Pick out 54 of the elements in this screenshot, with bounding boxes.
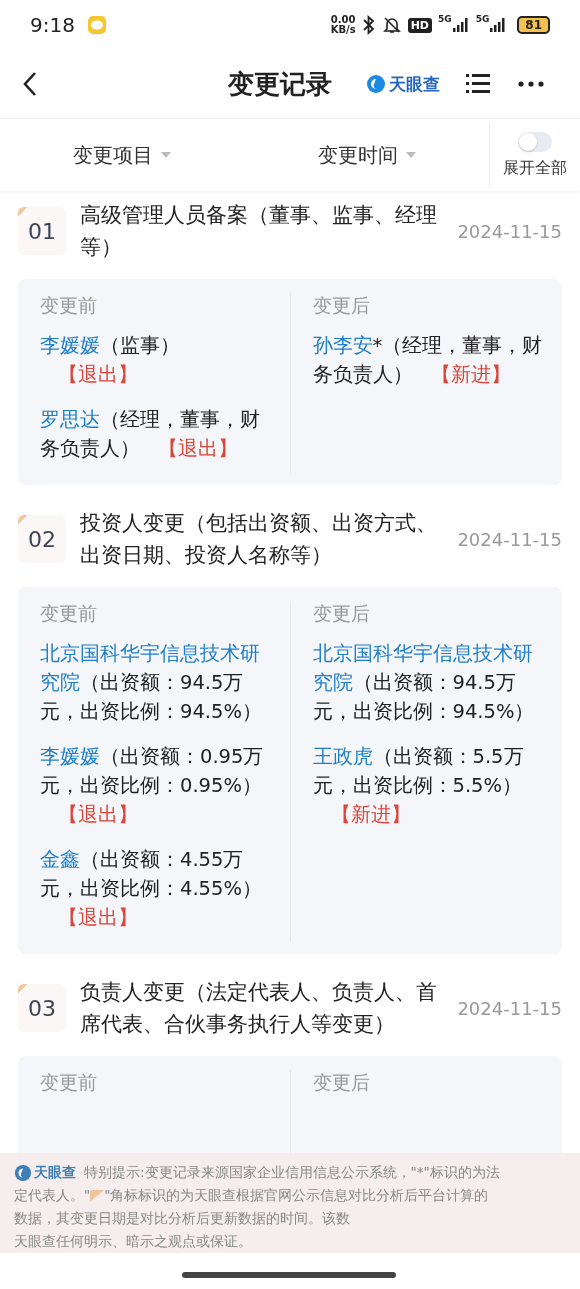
caret-icon	[405, 152, 416, 158]
clock-time: 9:18	[30, 13, 75, 37]
logo-text: 天眼查	[389, 72, 440, 96]
list-icon[interactable]	[466, 73, 490, 95]
change-entry: 罗思达（经理，董事，财务负责人） 【退出】	[40, 407, 261, 462]
record-title: 负责人变更（法定代表人、负责人、首席代表、合伙事务执行人等变更）	[80, 979, 438, 1038]
caret-icon	[161, 152, 172, 158]
battery-level: 81	[517, 16, 550, 34]
change-entry: 李媛媛（出资额：0.95万元，出资比例：0.95%） 【退出】	[40, 744, 265, 828]
chat-icon	[86, 15, 107, 35]
filter-dropdown[interactable]: 变更时间	[244, 141, 489, 169]
logo-text: 天眼查	[34, 1163, 76, 1182]
change-entry: 金鑫（出资额：4.55万元，出资比例：4.55%） 【退出】	[40, 847, 263, 931]
record-number: 02	[18, 515, 66, 563]
column-label: 变更前	[40, 1070, 98, 1095]
signal-label: 5G	[438, 14, 452, 24]
bluetooth-icon	[361, 15, 376, 35]
eye-logo-icon	[14, 1163, 32, 1182]
change-entry: 李媛媛（监事） 【退出】	[40, 333, 181, 388]
column-label: 变更后	[312, 1070, 371, 1095]
record-number: 01	[18, 207, 66, 255]
record-number: 03	[18, 984, 66, 1032]
column-label: 变更后	[312, 293, 371, 318]
change-entry: 北京国科华宇信息技术研究院（出资额：94.5万元，出资比例：94.5%）	[312, 641, 536, 725]
toggle-switch[interactable]	[518, 131, 552, 152]
change-entry: 王政虎（出资额：5.5万元，出资比例：5.5%） 【新进】	[312, 744, 525, 828]
notice-text: 定代表人。"	[14, 1186, 91, 1205]
more-icon[interactable]	[518, 81, 544, 87]
notice-text: 数据，其变更日期是对比分析后更新数据的时间。该数	[14, 1209, 350, 1228]
corner-mark-icon	[90, 1189, 105, 1202]
change-entry: 北京国科华宇信息技术研究院（出资额：94.5万元，出资比例：94.5%）	[40, 641, 263, 725]
change-entry: 孙李安*（经理，董事，财务负责人） 【新进】	[312, 333, 544, 388]
column-label: 变更后	[312, 601, 371, 626]
page-title: 变更记录	[228, 67, 332, 101]
toggle-label: 展开全部	[503, 157, 567, 179]
signal-label: 5G	[475, 14, 490, 24]
net-speed: 0.00 KB/s	[330, 15, 356, 35]
notice-text: "角标标识的为天眼查根据官网公示信息对比分析后平台计算的	[104, 1186, 489, 1205]
record-date: 2024-11-15	[457, 997, 562, 1019]
back-icon[interactable]	[22, 71, 38, 97]
record-date: 2024-11-15	[457, 528, 562, 550]
record-title: 投资人变更（包括出资额、出资方式、出资日期、投资人名称等）	[80, 510, 438, 569]
signal-icon	[489, 17, 508, 33]
notice-text: 天眼查任何明示、暗示之观点或保证。	[14, 1232, 252, 1251]
filter-dropdown[interactable]: 变更项目	[0, 141, 245, 169]
record-date: 2024-11-15	[457, 220, 562, 242]
hd-badge: HD	[407, 17, 432, 33]
eye-logo-icon	[366, 74, 386, 94]
notice-text: 特别提示:变更记录来源国家企业信用信息公示系统，"*"标识的为法	[84, 1163, 500, 1182]
record-title: 高级管理人员备案（董事、监事、经理等）	[80, 202, 438, 261]
signal-icon	[451, 17, 470, 33]
bell-off-icon	[381, 15, 402, 35]
column-label: 变更前	[40, 293, 98, 318]
column-label: 变更前	[40, 601, 98, 626]
